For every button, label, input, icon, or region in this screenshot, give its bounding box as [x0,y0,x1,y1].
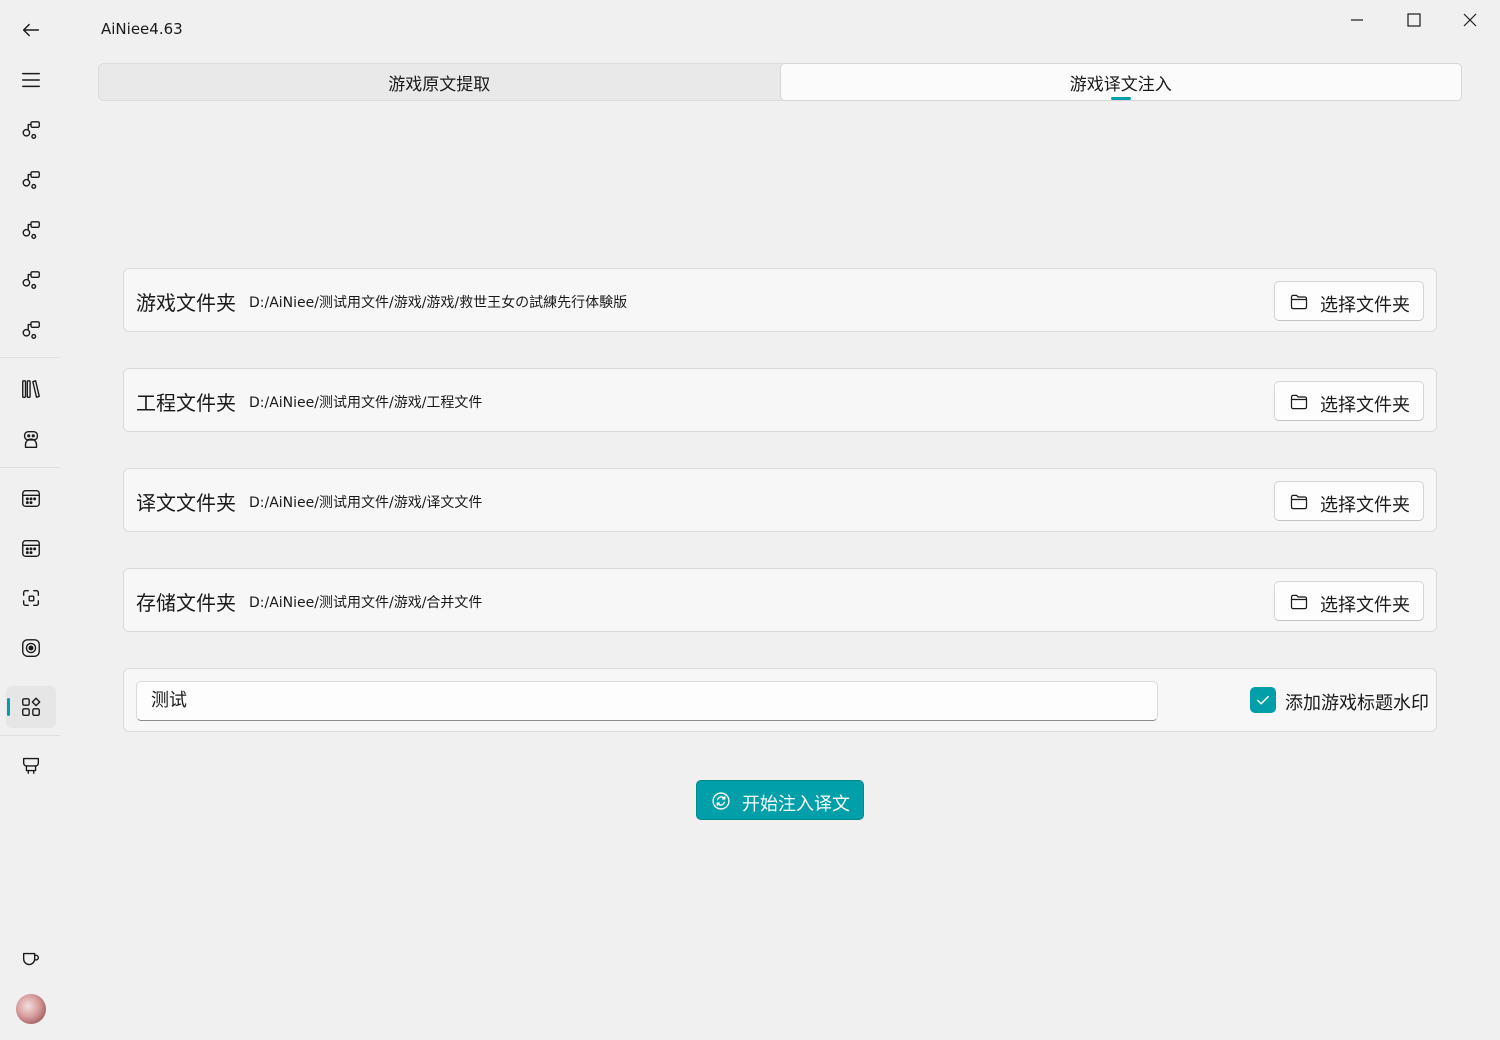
sidebar-divider [0,357,60,358]
sidebar-item-support[interactable] [6,938,56,980]
cup-icon [22,952,39,966]
select-output-folder-button[interactable]: 选择文件夹 [1274,581,1424,621]
sidebar-item-link-3[interactable] [6,209,56,251]
translation-folder-label: 译文文件夹 [136,491,236,515]
game-folder-path: D:/AiNiee/测试用文件/游戏/游戏/救世王女の試練先行体験版 [249,295,628,311]
select-project-folder-button[interactable]: 选择文件夹 [1274,381,1424,421]
output-folder-card: 存储文件夹 D:/AiNiee/测试用文件/游戏/合并文件 选择文件夹 [123,568,1437,632]
sidebar-item-calendar-1[interactable] [6,477,56,519]
minimize-button[interactable] [1329,0,1385,40]
sidebar-item-sofa[interactable] [6,744,56,786]
link-icon [22,171,40,189]
game-folder-label: 游戏文件夹 [136,291,236,315]
output-folder-path: D:/AiNiee/测试用文件/游戏/合并文件 [249,595,483,611]
menu-icon [22,72,40,88]
select-project-folder-label: 选择文件夹 [1320,395,1410,416]
close-button[interactable] [1442,0,1498,40]
watermark-input[interactable]: 测试 [136,681,1158,721]
folder-icon [1290,594,1308,610]
library-icon [22,380,40,398]
start-inject-button[interactable]: 开始注入译文 [696,780,864,820]
maximize-icon [1407,13,1421,27]
tab-inject[interactable]: 游戏译文注入 [779,63,1462,101]
sync-icon [712,792,730,810]
watermark-checkbox[interactable] [1250,687,1276,713]
sidebar-divider [0,467,60,468]
record-icon [22,639,40,657]
robot-icon [23,430,39,448]
watermark-card: 测试 添加游戏标题水印 [123,668,1437,732]
sidebar-item-robot[interactable] [6,418,56,460]
sidebar-item-link-4[interactable] [6,259,56,301]
game-folder-card: 游戏文件夹 D:/AiNiee/测试用文件/游戏/游戏/救世王女の試練先行体験版… [123,268,1437,332]
project-folder-label: 工程文件夹 [136,391,236,415]
folder-icon [1290,294,1308,310]
link-icon [22,271,40,289]
sidebar-item-record[interactable] [6,627,56,669]
sidebar-item-scan[interactable] [6,577,56,619]
calendar-icon [22,539,40,557]
menu-button[interactable] [6,59,56,101]
minimize-icon [1351,19,1363,21]
select-translation-folder-label: 选择文件夹 [1320,495,1410,516]
calendar-icon [22,489,40,507]
link-icon [22,121,40,139]
output-folder-label: 存储文件夹 [136,591,236,615]
sidebar [0,0,60,1040]
avatar[interactable] [16,994,46,1024]
close-icon [1463,13,1477,27]
maximize-button[interactable] [1386,0,1442,40]
watermark-checkbox-label[interactable]: 添加游戏标题水印 [1285,689,1429,715]
sidebar-divider [0,735,60,736]
apps-icon [22,697,41,716]
folder-icon [1290,494,1308,510]
sidebar-item-link-2[interactable] [6,159,56,201]
link-icon [22,321,40,339]
link-icon [22,221,40,239]
sidebar-item-apps[interactable] [6,686,56,728]
folder-icon [1290,394,1308,410]
scan-icon [22,589,40,607]
translation-folder-card: 译文文件夹 D:/AiNiee/测试用文件/游戏/译文文件 选择文件夹 [123,468,1437,532]
tab-extract[interactable]: 游戏原文提取 [99,64,780,100]
select-game-folder-button[interactable]: 选择文件夹 [1274,281,1424,321]
checkmark-icon [1257,695,1269,705]
sidebar-item-link-1[interactable] [6,109,56,151]
project-folder-path: D:/AiNiee/测试用文件/游戏/工程文件 [249,395,483,411]
back-button[interactable] [6,9,56,51]
tab-bar: 游戏原文提取 游戏译文注入 [98,63,1462,101]
back-arrow-icon [22,23,40,37]
window-title: AiNiee4.63 [101,20,183,38]
select-translation-folder-button[interactable]: 选择文件夹 [1274,481,1424,521]
project-folder-card: 工程文件夹 D:/AiNiee/测试用文件/游戏/工程文件 选择文件夹 [123,368,1437,432]
sidebar-item-calendar-2[interactable] [6,527,56,569]
select-game-folder-label: 选择文件夹 [1320,295,1410,316]
sidebar-item-library[interactable] [6,368,56,410]
sofa-icon [22,757,40,774]
start-inject-label: 开始注入译文 [742,794,850,815]
translation-folder-path: D:/AiNiee/测试用文件/游戏/译文文件 [249,495,483,511]
sidebar-item-link-5[interactable] [6,309,56,351]
select-output-folder-label: 选择文件夹 [1320,595,1410,616]
